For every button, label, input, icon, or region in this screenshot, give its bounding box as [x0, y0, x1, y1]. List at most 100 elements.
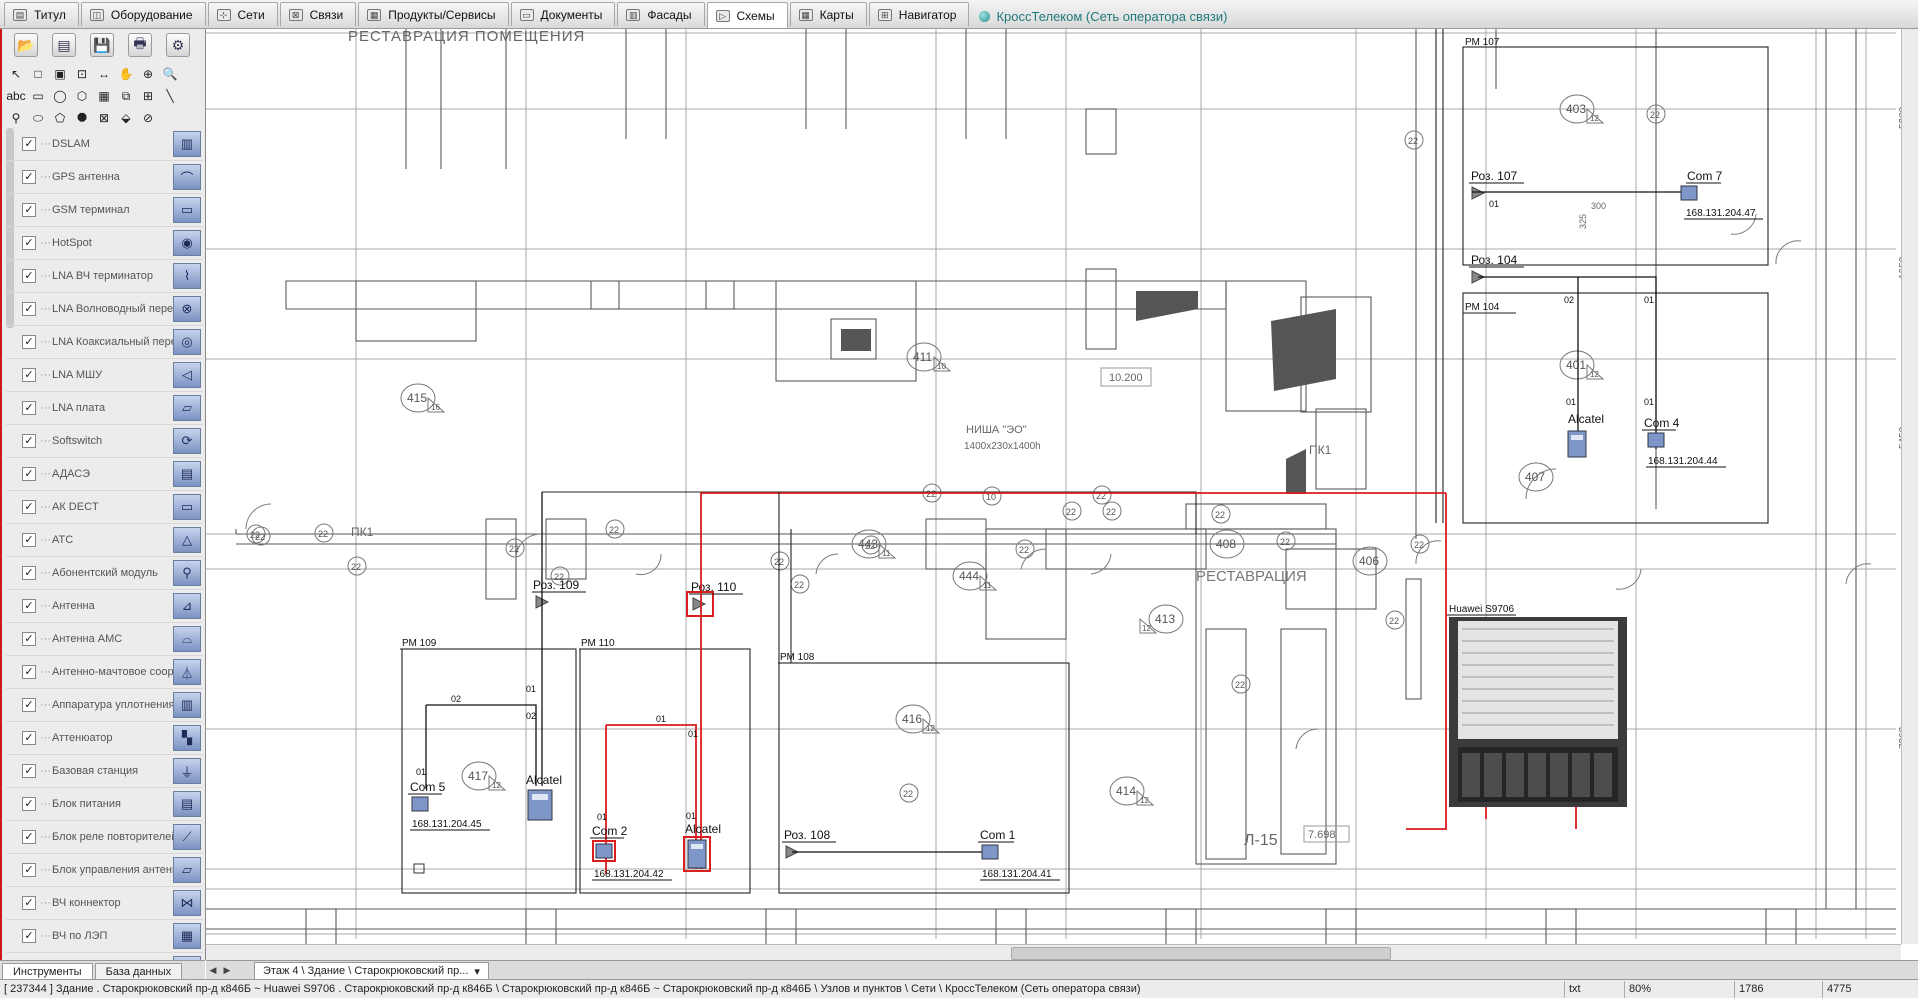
- drawing-tool-icon[interactable]: ⚲: [6, 108, 26, 128]
- open-folder-icon[interactable]: 📂: [14, 33, 38, 57]
- book-icon[interactable]: ▤: [52, 33, 76, 57]
- drawing-tool-icon[interactable]: ▭: [28, 86, 48, 106]
- item-checkbox[interactable]: ✓: [22, 335, 36, 349]
- item-checkbox[interactable]: ✓: [22, 203, 36, 217]
- sheet-prev-icon[interactable]: ◀: [206, 965, 220, 976]
- item-checkbox[interactable]: ✓: [22, 863, 36, 877]
- drawing-tool-icon[interactable]: ▦: [94, 86, 114, 106]
- equipment-list-item[interactable]: ✓ ВЧ по ЛЭП▦: [6, 920, 203, 953]
- canvas-vertical-scrollbar[interactable]: [1901, 29, 1918, 944]
- socket-roz109[interactable]: Роз. 109: [532, 578, 586, 609]
- socket-roz108[interactable]: Роз. 108: [782, 828, 836, 859]
- drawing-tool-icon[interactable]: ↖: [6, 64, 26, 84]
- item-checkbox[interactable]: ✓: [22, 533, 36, 547]
- drawing-tool-icon[interactable]: ↔: [94, 64, 114, 84]
- drawing-tool-icon[interactable]: 🔍: [160, 64, 180, 84]
- item-checkbox[interactable]: ✓: [22, 368, 36, 382]
- sheet-tab-floor4[interactable]: Этаж 4 \ Здание \ Старокрюковский пр... …: [254, 962, 489, 979]
- item-checkbox[interactable]: ✓: [22, 302, 36, 316]
- rack-rm108[interactable]: РМ 108: [778, 652, 1070, 894]
- scroll-thumb[interactable]: [1011, 947, 1391, 960]
- equipment-list-item[interactable]: ✓ ВЧ коннектор⋈: [6, 887, 203, 920]
- drawing-tool-icon[interactable]: □: [28, 64, 48, 84]
- item-checkbox[interactable]: ✓: [22, 500, 36, 514]
- equipment-list-item[interactable]: ✓ LNA ВЧ терминатор⌇: [6, 260, 203, 293]
- equipment-list-item[interactable]: ✓ Антенна АМС⌓: [6, 623, 203, 656]
- equipment-list-item[interactable]: ✓ LNA МШУ◁: [6, 359, 203, 392]
- socket-roz110[interactable]: Роз. 110: [686, 580, 743, 617]
- drawing-tool-icon[interactable]: ⧉: [116, 86, 136, 106]
- drawing-tool-icon[interactable]: ⯃: [72, 108, 92, 128]
- device-alcatel-109[interactable]: Alcatel: [526, 773, 562, 821]
- canvas-horizontal-scrollbar[interactable]: [206, 944, 1901, 961]
- item-checkbox[interactable]: ✓: [22, 665, 36, 679]
- item-checkbox[interactable]: ✓: [22, 467, 36, 481]
- rack-rm107[interactable]: РМ 107: [1462, 37, 1769, 266]
- drawing-tool-icon[interactable]: ⬡: [72, 86, 92, 106]
- equipment-list-item[interactable]: ✓ LNA Коаксиальный переход◎: [6, 326, 203, 359]
- device-com4[interactable]: Com 4 168.131.204.44: [1642, 416, 1726, 468]
- status-zoom[interactable]: 80%: [1624, 980, 1734, 998]
- drawing-tool-icon[interactable]: ⊘: [138, 108, 158, 128]
- drawing-tool-icon[interactable]: abc: [6, 86, 26, 106]
- tab-database[interactable]: База данных: [94, 963, 183, 980]
- item-checkbox[interactable]: ✓: [22, 929, 36, 943]
- equipment-list-item[interactable]: ✓ HotSpot◉: [6, 227, 203, 260]
- item-checkbox[interactable]: ✓: [22, 269, 36, 283]
- equipment-list-item[interactable]: ✓ Блок управления антенной▱: [6, 854, 203, 887]
- item-checkbox[interactable]: ✓: [22, 170, 36, 184]
- organization-indicator[interactable]: КроссТелеком (Сеть оператора связи): [971, 4, 1227, 28]
- sheet-next-icon[interactable]: ▶: [220, 965, 234, 976]
- item-checkbox[interactable]: ✓: [22, 434, 36, 448]
- item-checkbox[interactable]: ✓: [22, 698, 36, 712]
- equipment-list-item[interactable]: ✓ GSM терминал▭: [6, 194, 203, 227]
- equipment-list-item[interactable]: ✓ Базовая станция⏚: [6, 755, 203, 788]
- drawing-tool-icon[interactable]: ⬙: [116, 108, 136, 128]
- equipment-list-item[interactable]: ✓ АДАСЭ▤: [6, 458, 203, 491]
- tab-product[interactable]: ▦ Продукты/Сервисы: [358, 2, 509, 26]
- item-checkbox[interactable]: ✓: [22, 764, 36, 778]
- device-alcatel-110[interactable]: Alcatel: [683, 822, 721, 872]
- print-icon[interactable]: 🖶: [128, 33, 152, 57]
- device-com1[interactable]: Com 1 168.131.204.41: [978, 828, 1060, 881]
- equipment-list-item[interactable]: ✓ АК DECT▭: [6, 491, 203, 524]
- tab-database[interactable]: ◫ Оборудование: [80, 2, 206, 26]
- save-icon[interactable]: 💾: [90, 33, 114, 57]
- cable[interactable]: [425, 492, 543, 789]
- tab-navigator[interactable]: ⊞ Навигатор: [868, 2, 970, 26]
- huawei-switch[interactable]: Huawei S9706: [1447, 604, 1627, 807]
- drawing-tool-icon[interactable]: ✋: [116, 64, 136, 84]
- tab-title-page[interactable]: ▤ Титул: [4, 2, 79, 26]
- item-checkbox[interactable]: ✓: [22, 401, 36, 415]
- tab-tools[interactable]: Инструменты: [2, 963, 93, 980]
- drawing-tool-icon[interactable]: ⬠: [50, 108, 70, 128]
- equipment-list-item[interactable]: ✓ Блок питания▤: [6, 788, 203, 821]
- item-checkbox[interactable]: ✓: [22, 137, 36, 151]
- drawing-tool-icon[interactable]: ⬭: [28, 108, 48, 128]
- settings-gear-icon[interactable]: ⚙: [166, 33, 190, 57]
- equipment-list-item[interactable]: ✓ Блок реле повторителей⟋: [6, 821, 203, 854]
- equipment-list-item[interactable]: ✓ LNA Волноводный переход⊗: [6, 293, 203, 326]
- tab-network[interactable]: ⊹ Сети: [207, 2, 278, 26]
- socket-roz104[interactable]: Роз. 104: [1469, 253, 1524, 284]
- equipment-list-item[interactable]: ✓ GPS антенна⌒: [6, 161, 203, 194]
- drawing-tool-icon[interactable]: ◯: [50, 86, 70, 106]
- tab-facade[interactable]: ▥ Фасады: [617, 2, 705, 26]
- device-com2[interactable]: Com 2 168.131.204.42: [590, 824, 672, 881]
- item-checkbox[interactable]: ✓: [22, 731, 36, 745]
- equipment-list-item[interactable]: ✓ Softswitch⟳: [6, 425, 203, 458]
- equipment-list-item[interactable]: ✓ Абонентский модуль⚲: [6, 557, 203, 590]
- rack-rm104[interactable]: РМ 104: [1462, 292, 1769, 524]
- equipment-list-item[interactable]: ✓ Аппаратура уплотнения▥: [6, 689, 203, 722]
- device-com7[interactable]: Com 7 168.131.204.47: [1680, 169, 1763, 220]
- equipment-list-item[interactable]: ✓ АТС△: [6, 524, 203, 557]
- equipment-list-item[interactable]: ✓ Антенна⊿: [6, 590, 203, 623]
- equipment-list-item[interactable]: ✓ LNA плата▱: [6, 392, 203, 425]
- chevron-down-icon[interactable]: ▾: [474, 965, 480, 978]
- item-checkbox[interactable]: ✓: [22, 797, 36, 811]
- equipment-list-item[interactable]: ✓ Антенно-мачтовое сооружение⏃: [6, 656, 203, 689]
- item-checkbox[interactable]: ✓: [22, 896, 36, 910]
- item-checkbox[interactable]: ✓: [22, 599, 36, 613]
- device-com5[interactable]: Com 5 168.131.204.45: [408, 780, 490, 831]
- drawing-canvas[interactable]: РЕСТАВРАЦИЯ ПОМЕЩЕНИЯ НИША "ЭО" 1400x230…: [206, 29, 1918, 960]
